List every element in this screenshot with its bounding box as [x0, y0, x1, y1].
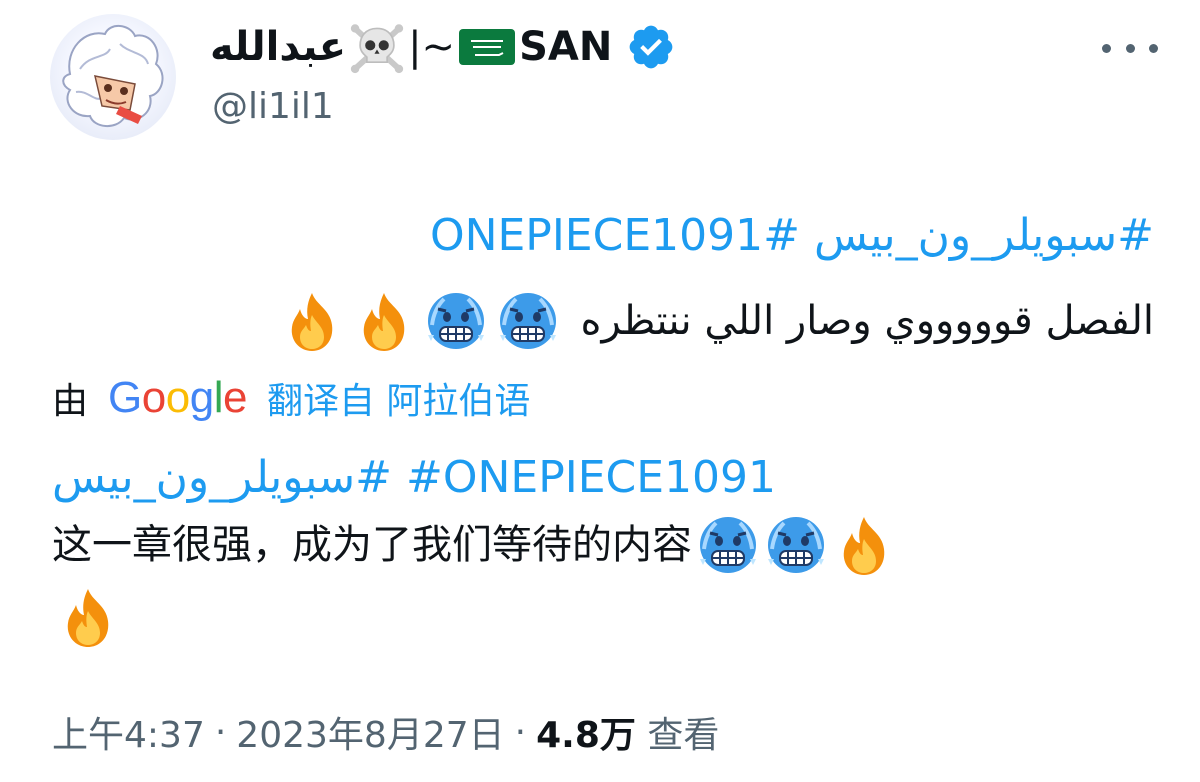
more-dot-icon	[1125, 43, 1135, 53]
fire-emoji-icon	[352, 289, 416, 353]
translated-from-link[interactable]: 翻译自 阿拉伯语	[267, 372, 530, 424]
more-dot-icon	[1102, 43, 1111, 53]
saudi-flag-icon	[459, 29, 516, 65]
translated-text: 这一章很强，成为了我们等待的内容	[52, 522, 692, 568]
hashtag-link-onepiece[interactable]: #ONEPIECE1091	[430, 210, 800, 261]
original-hashtags: #سبويلر_ون_بيس #ONEPIECE1091	[430, 210, 1154, 261]
meta-separator: ·	[214, 711, 227, 753]
verified-badge-icon[interactable]	[626, 22, 676, 72]
avatar[interactable]	[50, 14, 176, 140]
tweet-date[interactable]: 2023年8月27日	[236, 706, 504, 758]
google-logo: Google	[108, 373, 247, 422]
cold-face-emoji-icon	[764, 513, 828, 577]
views-count: 4.8万	[536, 715, 636, 756]
more-dot-icon	[1149, 43, 1158, 53]
translated-hashtags: #سبويلر_ون_بيس #ONEPIECE1091	[52, 452, 776, 503]
fire-emoji-icon	[56, 585, 120, 649]
hashtag-link-arabic[interactable]: #سبويلر_ون_بيس	[52, 452, 392, 503]
translation-attribution: 由 Google 翻译自 阿拉伯语	[52, 368, 530, 428]
tweet-meta: 上午4:37 · 2023年8月27日 · 4.8万 查看	[52, 706, 719, 758]
tweet-time[interactable]: 上午4:37	[52, 706, 205, 758]
cold-face-emoji-icon	[696, 513, 760, 577]
meta-separator: ·	[514, 711, 527, 753]
display-name-separator: |~	[408, 24, 456, 70]
display-name-arabic: عبدالله	[210, 24, 347, 70]
hashtag-link-arabic[interactable]: #سبويلر_ون_بيس	[814, 210, 1154, 261]
skull-crossbones-icon	[350, 24, 404, 74]
cold-face-emoji-icon	[496, 289, 560, 353]
fire-emoji-icon	[280, 289, 344, 353]
original-text: الفصل قوووووي وصار اللي ننتظره	[580, 298, 1154, 344]
user-handle[interactable]: @li1il1	[212, 86, 334, 127]
fire-emoji-icon	[832, 513, 896, 577]
display-name-latin: SAN	[519, 24, 613, 70]
original-tweet-text: الفصل قوووووي وصار اللي ننتظره	[280, 288, 1154, 354]
avatar-image	[62, 25, 164, 127]
translated-tweet-text: 这一章很强，成为了我们等待的内容	[52, 512, 1152, 650]
hashtag-link-onepiece[interactable]: #ONEPIECE1091	[406, 452, 776, 503]
more-options-button[interactable]	[1102, 36, 1158, 60]
display-name[interactable]: عبدالله |~ SAN	[210, 18, 676, 76]
translated-by-label: 由	[52, 381, 89, 422]
cold-face-emoji-icon	[424, 289, 488, 353]
views-label: 查看	[647, 715, 720, 756]
